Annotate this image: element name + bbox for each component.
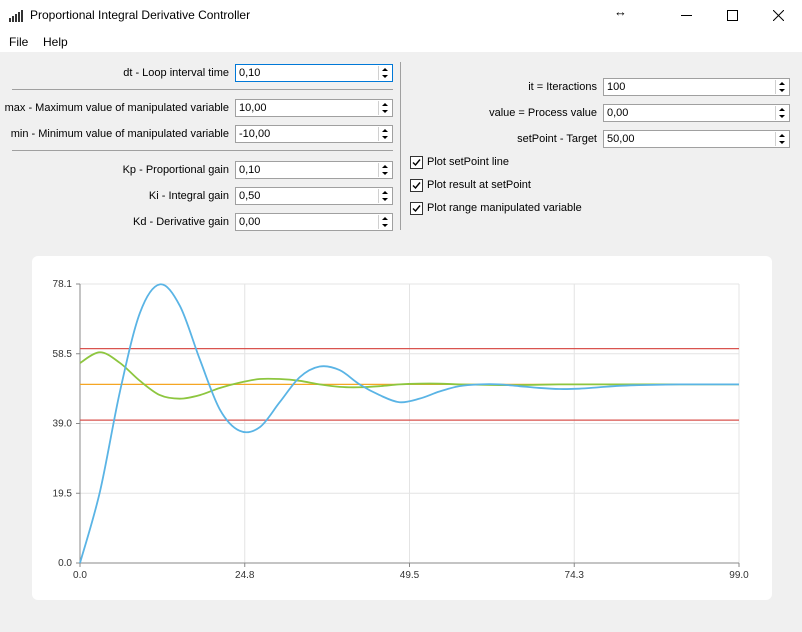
- dt-spinbox[interactable]: 0,10: [235, 64, 393, 82]
- kd-spinbox[interactable]: 0,00: [235, 213, 393, 231]
- close-icon: [773, 10, 784, 21]
- checkmark-icon: [412, 205, 421, 213]
- x-tick-label: 74.3: [565, 570, 585, 581]
- checkmark-icon: [412, 182, 421, 190]
- kp-value: 0,10: [239, 164, 261, 176]
- x-tick-label: 0.0: [73, 570, 87, 581]
- y-tick-label: 19.5: [53, 488, 73, 499]
- separator: [12, 150, 393, 151]
- menu-help[interactable]: Help: [43, 35, 68, 49]
- setpoint-spinbox[interactable]: 50,00: [603, 130, 790, 148]
- spin-arrows[interactable]: [378, 127, 391, 141]
- plot-result-checkbox[interactable]: [410, 179, 423, 192]
- spin-down-icon[interactable]: [382, 224, 388, 227]
- dt-label: dt - Loop interval time: [123, 67, 229, 79]
- spin-up-icon[interactable]: [779, 134, 785, 137]
- process-value: 0,00: [607, 107, 629, 119]
- iterations-value: 100: [607, 81, 626, 93]
- spin-down-icon[interactable]: [779, 141, 785, 144]
- plot-setpoint-label[interactable]: Plot setPoint line: [427, 156, 509, 168]
- iterations-label: it = Iteractions: [528, 81, 597, 93]
- spin-down-icon[interactable]: [382, 110, 388, 113]
- process-value-label: value = Process value: [489, 107, 597, 119]
- ki-value: 0,50: [239, 190, 261, 202]
- setpoint-label: setPoint - Target: [517, 133, 597, 145]
- setpoint-value: 50,00: [607, 133, 635, 145]
- max-spinbox[interactable]: 10,00: [235, 99, 393, 117]
- spin-up-icon[interactable]: [779, 82, 785, 85]
- kp-spinbox[interactable]: 0,10: [235, 161, 393, 179]
- title-bar[interactable]: Proportional Integral Derivative Control…: [0, 0, 802, 31]
- ki-label: Ki - Integral gain: [148, 190, 229, 202]
- plot-range-label[interactable]: Plot range manipulated variable: [427, 202, 582, 214]
- spin-up-icon[interactable]: [382, 129, 388, 132]
- max-label: max - Maximum value of manipulated varia…: [4, 102, 229, 114]
- y-tick-label: 39.0: [53, 419, 73, 430]
- spin-arrows[interactable]: [378, 163, 391, 177]
- spin-down-icon[interactable]: [779, 89, 785, 92]
- y-tick-label: 78.1: [53, 279, 73, 290]
- spin-down-icon[interactable]: [382, 75, 388, 78]
- iterations-spinbox[interactable]: 100: [603, 78, 790, 96]
- minimize-icon: [681, 15, 692, 16]
- column-separator: [400, 62, 401, 230]
- y-tick-label: 58.5: [53, 349, 73, 360]
- process-value-spinbox[interactable]: 0,00: [603, 104, 790, 122]
- min-label: min - Minimum value of manipulated varia…: [10, 128, 229, 140]
- max-value: 10,00: [239, 102, 267, 114]
- spin-arrows[interactable]: [775, 132, 788, 146]
- spin-down-icon[interactable]: [382, 198, 388, 201]
- kp-label: Kp - Proportional gain: [122, 164, 229, 176]
- kd-value: 0,00: [239, 216, 261, 228]
- ki-spinbox[interactable]: 0,50: [235, 187, 393, 205]
- x-tick-label: 99.0: [729, 570, 749, 581]
- close-button[interactable]: [756, 0, 802, 31]
- menu-bar: File Help: [0, 31, 802, 52]
- dt-value: 0,10: [239, 67, 261, 79]
- kd-label: Kd - Derivative gain: [133, 216, 229, 228]
- spin-arrows[interactable]: [378, 189, 391, 203]
- separator: [12, 89, 393, 90]
- spin-down-icon[interactable]: [779, 115, 785, 118]
- spin-up-icon[interactable]: [382, 68, 388, 71]
- x-tick-label: 24.8: [235, 570, 255, 581]
- minimize-button[interactable]: [664, 0, 710, 31]
- spin-up-icon[interactable]: [779, 108, 785, 111]
- spin-up-icon[interactable]: [382, 103, 388, 106]
- maximize-button[interactable]: [710, 0, 756, 31]
- spin-arrows[interactable]: [378, 101, 391, 115]
- spin-up-icon[interactable]: [382, 165, 388, 168]
- menu-file[interactable]: File: [9, 35, 28, 49]
- spin-down-icon[interactable]: [382, 136, 388, 139]
- plot-result-label[interactable]: Plot result at setPoint: [427, 179, 531, 191]
- min-spinbox[interactable]: -10,00: [235, 125, 393, 143]
- pid-chart[interactable]: 0.0 24.8 49.5 74.3 99.0 0.0 19.5 39.0 58.5 78.1: [32, 256, 772, 600]
- plot-range-checkbox[interactable]: [410, 202, 423, 215]
- resize-cursor-icon: ↔: [614, 4, 627, 19]
- spin-arrows[interactable]: [775, 80, 788, 94]
- spin-up-icon[interactable]: [382, 191, 388, 194]
- maximize-icon: [727, 10, 738, 21]
- plot-setpoint-checkbox[interactable]: [410, 156, 423, 169]
- app-chart-icon: [9, 10, 23, 22]
- min-value: -10,00: [239, 128, 271, 140]
- spin-arrows[interactable]: [378, 66, 391, 80]
- spin-down-icon[interactable]: [382, 172, 388, 175]
- spin-arrows[interactable]: [378, 215, 391, 229]
- chart-panel: 0.0 24.8 49.5 74.3 99.0 0.0 19.5 39.0 58.5 78.1: [32, 256, 772, 600]
- y-tick-label: 0.0: [58, 558, 72, 569]
- window-title: Proportional Integral Derivative Control…: [30, 8, 251, 22]
- checkmark-icon: [412, 159, 421, 167]
- spin-arrows[interactable]: [775, 106, 788, 120]
- spin-up-icon[interactable]: [382, 217, 388, 220]
- x-tick-label: 49.5: [400, 570, 420, 581]
